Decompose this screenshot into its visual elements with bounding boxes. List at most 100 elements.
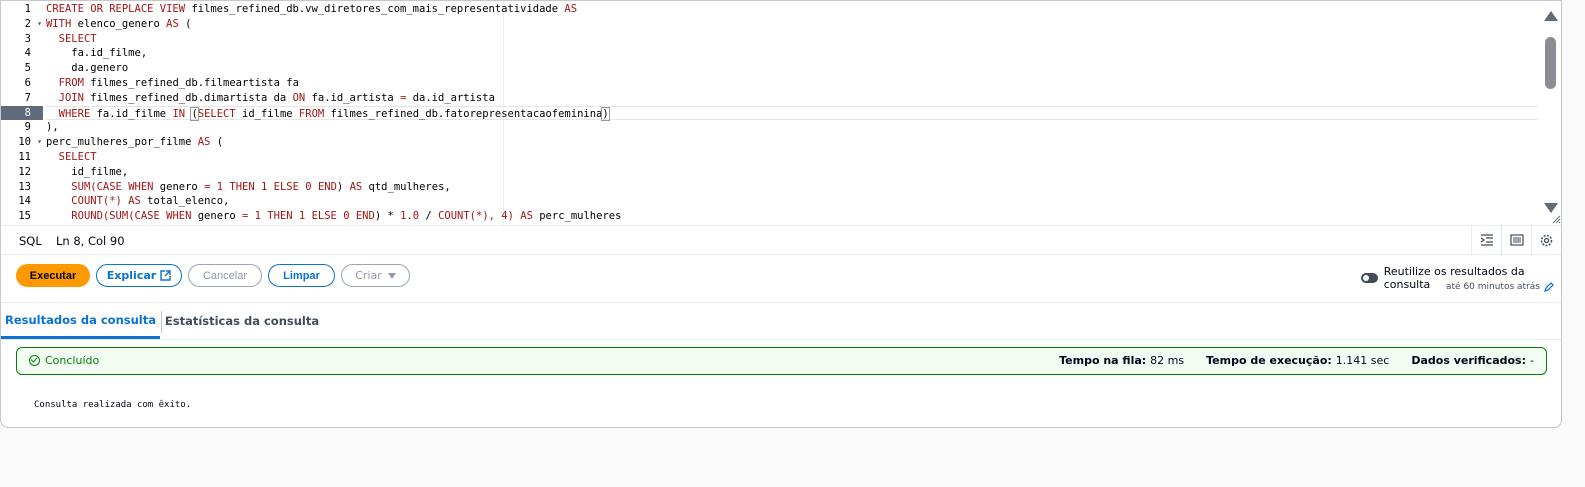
code-keyword: ROUND(SUM(CASE WHEN	[71, 210, 192, 223]
fold-toggle-icon[interactable]: ▾	[37, 17, 42, 32]
language-label: SQL	[19, 234, 42, 248]
code-keyword: SUM(CASE WHEN	[71, 180, 154, 193]
check-circle-icon	[29, 355, 40, 366]
external-link-icon	[160, 270, 171, 281]
exec-time-label: Tempo de execução:	[1206, 354, 1332, 367]
explain-button-label: Explicar	[106, 269, 157, 282]
code-token: filmes_refined_db.dimartista da	[83, 91, 293, 104]
code-keyword: COUNT(*)	[71, 195, 122, 208]
code-token: da.id_artista	[406, 91, 495, 104]
line-number-text: 1	[24, 3, 31, 15]
code-area[interactable]: CREATE OR REPLACE VIEW filmes_refined_db…	[46, 1, 1538, 225]
scroll-down-arrow-icon[interactable]	[1544, 203, 1558, 213]
code-token: filmes_refined_db.fatorepresentacaofemin…	[324, 107, 603, 120]
code-keyword: COUNT(*), 4)	[438, 210, 514, 223]
code-keyword: AS	[564, 3, 578, 15]
code-line[interactable]: COUNT(*) AS total_elenco,	[46, 194, 1538, 209]
code-token: (	[210, 136, 224, 149]
code-line[interactable]: CREATE OR REPLACE VIEW filmes_refined_db…	[46, 2, 1538, 17]
line-number: 2 ▾	[1, 17, 43, 32]
resize-handle-icon[interactable]	[1551, 214, 1561, 224]
status-text: Concluído	[45, 354, 100, 367]
code-keyword: AS	[128, 195, 141, 208]
code-line[interactable]: SUM(CASE WHEN genero = 1 THEN 1 ELSE 0 E…	[46, 180, 1538, 195]
line-number-text: 3	[24, 32, 31, 45]
caret-down-icon	[387, 272, 396, 279]
code-keyword: SELECT	[197, 107, 236, 120]
edit-pencil-icon[interactable]	[1544, 282, 1554, 292]
code-token: filmes_refined_db.filmeartista fa	[83, 77, 299, 89]
code-token: id_filme	[235, 107, 299, 120]
code-editor[interactable]: 1 2 ▾ 3 4 5 6 7 8 9 10 ▾ 11 12 13 14 15 CREATE OR REPLAC…	[1, 1, 1561, 225]
settings-icon[interactable]	[1531, 226, 1561, 254]
results-tabs: Resultados da consulta Estatísticas da c…	[1, 303, 1561, 340]
clear-button[interactable]: Limpar	[268, 264, 335, 287]
line-number-text: 6	[24, 77, 31, 89]
code-token: /	[419, 210, 439, 223]
reuse-window: até 60 minutos atrás	[1446, 282, 1554, 292]
scroll-thumb[interactable]	[1545, 37, 1556, 89]
line-number-text: 12	[18, 165, 31, 178]
create-dropdown-button[interactable]: Criar	[341, 264, 410, 287]
result-message: Consulta realizada com êxito.	[34, 400, 192, 410]
action-bar: Executar Explicar Cancelar Limpar Criar …	[1, 255, 1561, 303]
line-number-text: 2	[24, 17, 31, 30]
wrap-icon[interactable]	[1501, 226, 1531, 254]
code-token: elenco_genero	[71, 17, 167, 30]
code-line[interactable]: JOIN filmes_refined_db.dimartista da ON …	[46, 91, 1538, 106]
editor-scrollbar[interactable]	[1541, 1, 1561, 225]
code-keyword: WHERE	[58, 107, 91, 120]
line-number-text: 10	[18, 136, 31, 149]
tab-query-stats[interactable]: Estatísticas da consulta	[162, 303, 322, 339]
run-button[interactable]: Executar	[16, 264, 90, 287]
fold-toggle-icon[interactable]: ▾	[37, 135, 42, 150]
line-number-text: 15	[18, 210, 31, 223]
code-line[interactable]: FROM filmes_refined_db.filmeartista fa	[46, 76, 1538, 91]
create-button-label: Criar	[355, 269, 382, 282]
code-line[interactable]: SELECT	[46, 150, 1538, 165]
line-number-text: 4	[24, 47, 31, 60]
code-token: fa.id_filme,	[46, 47, 148, 60]
line-number: 13	[1, 180, 43, 195]
code-keyword: END	[355, 210, 375, 223]
code-line[interactable]: SELECT	[46, 32, 1538, 47]
cancel-button[interactable]: Cancelar	[188, 264, 262, 287]
code-token: genero	[153, 180, 205, 193]
line-number: 7	[1, 91, 43, 106]
code-token: ) *	[374, 210, 401, 223]
code-line[interactable]: perc_mulheres_por_filme AS (	[46, 135, 1538, 150]
exec-time-value: 1.141 sec	[1335, 354, 1390, 367]
status-completed: Concluído	[29, 354, 99, 367]
code-token: filmes_refined_db.vw_diretores_com_mais_…	[185, 3, 565, 15]
code-line[interactable]: WHERE fa.id_filme IN (SELECT id_filme FR…	[46, 105, 1538, 121]
data-scanned: Dados verificados: -	[1411, 354, 1534, 367]
status-alert: Concluído Tempo na fila: 82 ms Tempo de e…	[16, 347, 1547, 375]
code-keyword: FROM	[58, 77, 84, 89]
toggle-switch-icon[interactable]	[1361, 273, 1378, 283]
line-number: 12	[1, 165, 43, 180]
indent-icon[interactable]	[1471, 226, 1501, 254]
code-line[interactable]: da.genero	[46, 61, 1538, 76]
queue-time-label: Tempo na fila:	[1059, 354, 1147, 367]
code-line[interactable]: ),	[46, 120, 1538, 135]
code-token: perc_mulheres	[532, 210, 622, 223]
line-number: 8	[1, 105, 43, 121]
code-keyword: THEN	[267, 210, 293, 223]
tab-query-results[interactable]: Resultados da consulta	[1, 303, 160, 339]
code-line[interactable]: WITH elenco_genero AS (	[46, 17, 1538, 32]
code-keyword: FROM	[298, 107, 325, 120]
line-number: 14	[1, 194, 43, 209]
code-keyword: JOIN	[58, 91, 84, 104]
query-metrics: Tempo na fila: 82 ms Tempo de execução: 1.…	[1059, 354, 1534, 367]
code-line[interactable]: ROUND(SUM(CASE WHEN genero = 1 THEN 1 EL…	[46, 209, 1538, 224]
explain-button[interactable]: Explicar	[96, 264, 182, 287]
code-line[interactable]: fa.id_filme,	[46, 46, 1538, 61]
scroll-up-arrow-icon[interactable]	[1544, 11, 1558, 21]
line-number-text: 8	[24, 106, 31, 119]
code-line[interactable]: id_filme,	[46, 165, 1538, 180]
line-number: 5	[1, 61, 43, 76]
